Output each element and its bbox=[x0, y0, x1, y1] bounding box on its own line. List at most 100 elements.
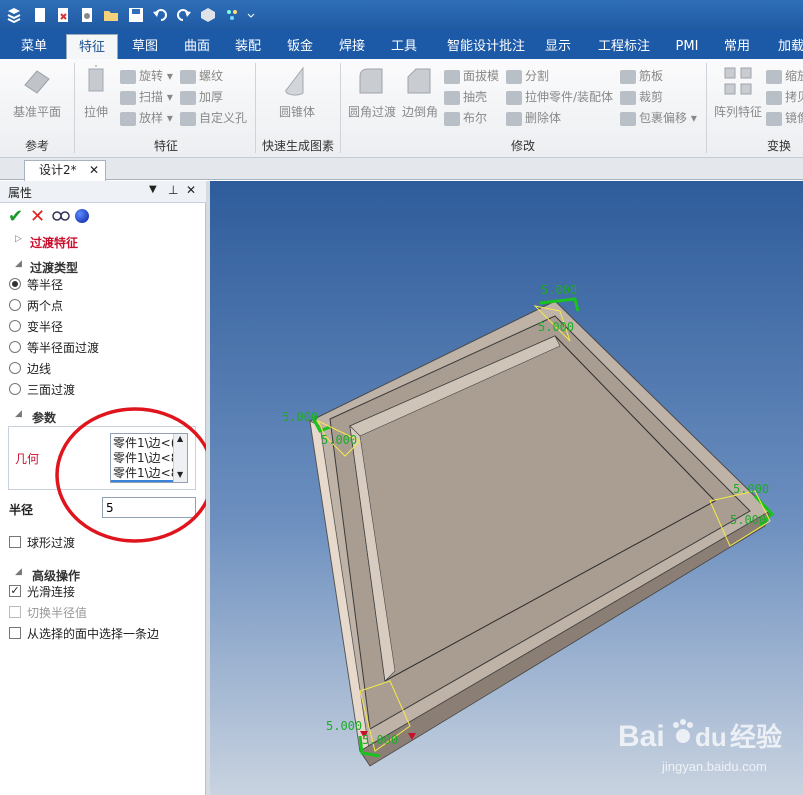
radio-edge-line-label: 边线 bbox=[27, 362, 52, 376]
radio-equal-face-transition[interactable] bbox=[9, 341, 21, 353]
radio-equal-radius[interactable] bbox=[9, 278, 21, 290]
tab-common[interactable]: 常用 bbox=[716, 34, 758, 59]
svg-text:du: du bbox=[695, 722, 727, 752]
cone-icon bbox=[281, 65, 313, 97]
dimension-label[interactable]: 5.000 bbox=[730, 513, 766, 527]
expand-arrow-icon[interactable]: ▷ bbox=[15, 234, 22, 244]
dimension-label[interactable]: 5.000 bbox=[282, 410, 318, 424]
undo-icon[interactable] bbox=[152, 7, 168, 23]
new-file-icon[interactable] bbox=[32, 7, 48, 23]
tab-sheet-metal[interactable]: 钣金 bbox=[279, 34, 321, 59]
collapse-arrow-icon[interactable]: ◢ bbox=[15, 567, 22, 577]
tab-assembly[interactable]: 装配 bbox=[227, 34, 269, 59]
pin-icon[interactable]: ⊥ bbox=[168, 183, 178, 197]
help-ball-icon[interactable] bbox=[75, 209, 89, 223]
radio-equal-radius-label: 等半径 bbox=[27, 278, 64, 292]
sweep-button[interactable]: 扫描 ▾ bbox=[120, 88, 173, 106]
boolean-button[interactable]: 布尔 bbox=[444, 109, 487, 127]
chamfer-button[interactable]: 边倒角 bbox=[400, 65, 440, 120]
wrap-offset-button[interactable]: 包裹偏移 ▾ bbox=[620, 109, 697, 127]
dimension-label[interactable]: 5.000 bbox=[733, 482, 769, 496]
extrude-button[interactable]: 拉伸 bbox=[78, 63, 114, 120]
scale-icon bbox=[766, 69, 782, 84]
dimension-label[interactable]: 5.000 bbox=[541, 283, 577, 297]
copy-button[interactable]: 拷贝 bbox=[766, 88, 803, 106]
panel-menu-icon[interactable]: ▼ bbox=[149, 184, 157, 195]
group-label-reference: 参考 bbox=[24, 139, 49, 153]
redo-icon[interactable] bbox=[176, 7, 192, 23]
custom-hole-button[interactable]: 自定义孔 bbox=[180, 109, 247, 127]
dimension-label[interactable]: 5.000 bbox=[538, 320, 574, 334]
group-separator bbox=[706, 63, 707, 153]
loft-button[interactable]: 放样 ▾ bbox=[120, 109, 173, 127]
fillet-button[interactable]: 圆角过渡 bbox=[346, 65, 398, 120]
tab-sketch[interactable]: 草图 bbox=[124, 34, 166, 59]
dimension-label[interactable]: 5.000 bbox=[321, 433, 357, 447]
close-tab-icon[interactable]: ✕ bbox=[89, 161, 99, 180]
cancel-x-icon[interactable]: ✕ bbox=[30, 206, 45, 227]
ribbon-tab-bar: 菜单 特征 草图 曲面 装配 钣金 焊接 工具 智能设计批注 显示 工程标注 P… bbox=[0, 30, 803, 59]
dimension-label[interactable]: 5.000 bbox=[326, 719, 362, 733]
tab-pmi[interactable]: PMI bbox=[667, 34, 707, 59]
document-tab-label: 设计2* bbox=[39, 163, 77, 177]
sphere-transition-checkbox[interactable] bbox=[9, 536, 21, 548]
revolve-label: 旋转 bbox=[139, 69, 164, 83]
close-file-icon[interactable] bbox=[55, 7, 71, 23]
tab-feature[interactable]: 特征 bbox=[66, 34, 118, 59]
face-draft-button[interactable]: 面拔模 bbox=[444, 67, 499, 85]
loft-icon bbox=[120, 111, 136, 126]
thread-button[interactable]: 螺纹 bbox=[180, 67, 223, 85]
tab-welding[interactable]: 焊接 bbox=[331, 34, 373, 59]
radio-three-face[interactable] bbox=[9, 383, 21, 395]
tab-smart-annotation[interactable]: 智能设计批注 bbox=[438, 34, 534, 59]
mirror-button[interactable]: 镜像 bbox=[766, 109, 803, 127]
collapse-arrow-icon[interactable]: ◢ bbox=[15, 409, 22, 419]
close-panel-icon[interactable]: ✕ bbox=[186, 183, 196, 197]
datum-plane-button[interactable]: 基准平面 bbox=[8, 65, 66, 120]
tab-display[interactable]: 显示 bbox=[537, 34, 579, 59]
smooth-connect-checkbox[interactable]: ✓ bbox=[9, 585, 21, 597]
tab-menu[interactable]: 菜单 bbox=[12, 34, 56, 59]
open-recent-icon[interactable] bbox=[79, 7, 95, 23]
split-label: 分割 bbox=[525, 69, 550, 83]
tab-engineering-dimension[interactable]: 工程标注 bbox=[592, 34, 656, 59]
radio-two-points[interactable] bbox=[9, 299, 21, 311]
group-label-modify: 修改 bbox=[510, 139, 535, 153]
open-folder-icon[interactable] bbox=[103, 7, 119, 23]
collapse-arrow-icon[interactable]: ◢ bbox=[15, 259, 22, 269]
feature-name-label: 过渡特征 bbox=[30, 236, 79, 250]
split-button[interactable]: 分割 bbox=[506, 67, 549, 85]
select-edge-from-face-label: 从选择的面中选择一条边 bbox=[27, 627, 160, 641]
preview-glasses-icon[interactable] bbox=[52, 208, 70, 225]
title-bar bbox=[0, 0, 803, 30]
app-logo-icon[interactable] bbox=[6, 7, 22, 24]
design-element-icon[interactable] bbox=[224, 7, 240, 23]
scale-button[interactable]: 缩放 bbox=[766, 67, 803, 85]
delete-body-button[interactable]: 删除体 bbox=[506, 109, 561, 127]
radio-edge-line[interactable] bbox=[9, 362, 21, 374]
revolve-button[interactable]: 旋转 ▾ bbox=[120, 67, 173, 85]
pattern-feature-button[interactable]: 阵列特征 bbox=[710, 65, 766, 120]
radius-label: 半径 bbox=[9, 503, 34, 517]
ok-checkmark-icon[interactable]: ✔ bbox=[8, 206, 23, 227]
shell-button[interactable]: 抽壳 bbox=[444, 88, 487, 106]
switch-radius-checkbox[interactable] bbox=[9, 606, 21, 618]
thicken-button[interactable]: 加厚 bbox=[180, 88, 223, 106]
tab-tools[interactable]: 工具 bbox=[383, 34, 425, 59]
save-icon[interactable] bbox=[128, 7, 144, 23]
rib-button[interactable]: 筋板 bbox=[620, 67, 663, 85]
extrude-part-label: 拉伸零件/装配体 bbox=[525, 90, 614, 104]
select-edge-from-face-checkbox[interactable] bbox=[9, 627, 21, 639]
document-tab[interactable]: 设计2* ✕ bbox=[24, 160, 106, 181]
group-label-quick: 快速生成图素 bbox=[261, 139, 334, 153]
cone-button[interactable]: 圆锥体 bbox=[270, 65, 324, 120]
quick-access-dropdown-icon[interactable] bbox=[246, 7, 256, 23]
tab-load[interactable]: 加载 bbox=[770, 34, 803, 59]
part-icon[interactable] bbox=[200, 7, 216, 23]
extrude-part-button[interactable]: 拉伸零件/装配体 bbox=[506, 88, 613, 106]
radio-variable-radius[interactable] bbox=[9, 320, 21, 332]
3d-viewport[interactable]: 5.000 5.000 5.000 5.000 5.000 5.000 5.00… bbox=[210, 181, 803, 795]
dimension-label[interactable]: 5.000 bbox=[362, 733, 398, 747]
tab-surface[interactable]: 曲面 bbox=[176, 34, 218, 59]
trim-button[interactable]: 裁剪 bbox=[620, 88, 663, 106]
